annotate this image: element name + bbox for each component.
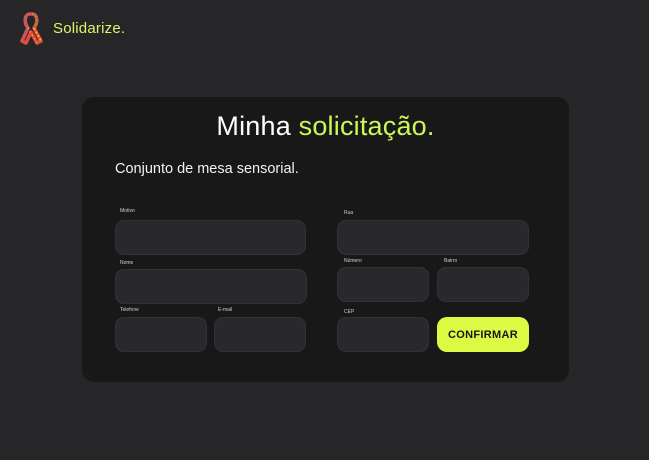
rua-label: Rua — [344, 210, 354, 216]
numero-field[interactable] — [337, 267, 429, 302]
title-accent: solicitação. — [298, 111, 435, 141]
brand-name: Solidarize. — [53, 19, 126, 37]
motivo-field[interactable] — [115, 220, 306, 255]
brand[interactable]: Solidarize. — [18, 11, 125, 45]
numero-label: Número — [344, 258, 362, 264]
title-main: Minha — [216, 111, 291, 141]
rua-field[interactable] — [337, 220, 529, 255]
bairro-field[interactable] — [437, 267, 529, 302]
cep-label: CEP — [344, 309, 355, 315]
telefone-field[interactable] — [115, 317, 207, 352]
nome-label: Nome — [120, 260, 134, 266]
awareness-ribbon-icon — [18, 11, 46, 45]
cep-field[interactable] — [337, 317, 429, 352]
nome-field[interactable] — [115, 269, 307, 304]
email-field[interactable] — [214, 317, 306, 352]
email-label: E-mail — [218, 307, 233, 313]
confirm-button[interactable]: CONFIRMAR — [437, 317, 529, 352]
page-title: Minha solicitação. — [82, 111, 569, 142]
request-card: Minha solicitação. Conjunto de mesa sens… — [82, 97, 569, 382]
request-item-title: Conjunto de mesa sensorial. — [115, 161, 299, 177]
telefone-label: Telefone — [120, 307, 139, 313]
motivo-label: Motivo — [120, 208, 135, 214]
bairro-label: Bairro — [444, 258, 458, 264]
